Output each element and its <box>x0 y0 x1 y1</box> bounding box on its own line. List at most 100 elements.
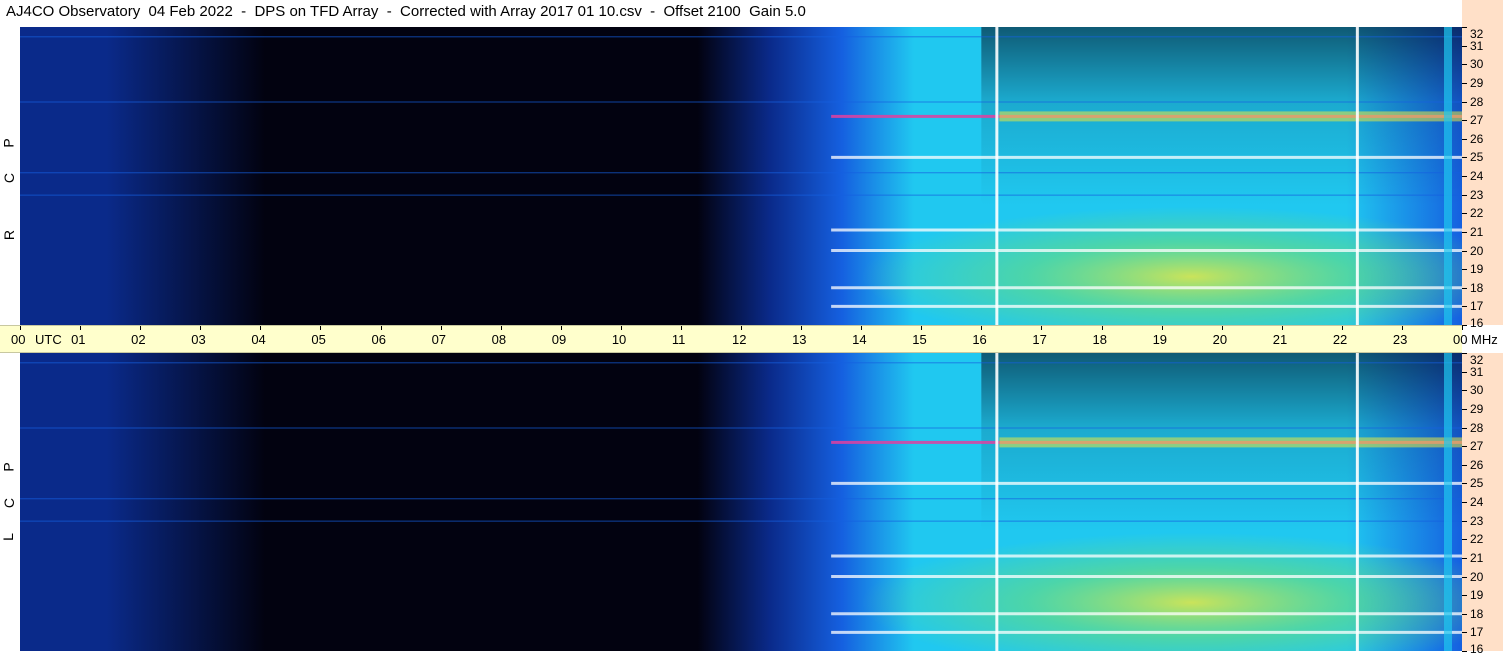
lcp-heatmap-svg <box>20 353 1462 651</box>
lcp-freq-tick-16 <box>1462 651 1467 652</box>
lcp-freq-tick-18 <box>1462 613 1467 615</box>
rcp-freq-label-17: 17 <box>1470 299 1484 314</box>
utc-tick-mark-13 <box>801 326 803 330</box>
utc-time-axis: 00 01 02 03 04 05 06 07 08 09 10 11 12 13 14 15 16 17 18 19… <box>0 325 1498 353</box>
utc-tick-label-21: 21 <box>1272 332 1288 347</box>
lcp-edge-column <box>1444 353 1452 651</box>
utc-unit-label: UTC <box>35 332 62 347</box>
lcp-freq-tick-26 <box>1462 464 1467 466</box>
lcp-freq-label-19: 19 <box>1470 588 1484 603</box>
utc-tick-mark-6 <box>380 326 382 330</box>
lcp-marker-16.25utc <box>995 353 999 651</box>
lcp-marker-22.25utc <box>1355 353 1359 651</box>
utc-tick-label-17: 17 <box>1032 332 1047 347</box>
utc-tick-mark-2 <box>140 326 142 330</box>
rcp-freq-tick-23 <box>1462 194 1467 196</box>
lcp-freq-tick-28 <box>1462 427 1467 429</box>
rcp-faint-line-31.5mhz <box>20 36 1462 38</box>
lcp-freq-label-27: 27 <box>1470 439 1484 454</box>
rcp-freq-tick-19 <box>1462 269 1467 271</box>
utc-tick-label-8: 08 <box>491 332 507 347</box>
utc-tick-label-19: 19 <box>1152 332 1168 347</box>
rcp-freq-tick-17 <box>1462 306 1467 308</box>
utc-tick-label-7: 07 <box>431 332 447 347</box>
lcp-freq-tick-27 <box>1462 446 1467 448</box>
lcp-frequency-axis: 32 31 30 29 28 27 26 25 24 23 22 21 20 19 18 17 16 <box>1462 353 1503 656</box>
rcp-freq-tick-32 <box>1462 27 1467 28</box>
utc-tick-label-16: 16 <box>972 332 987 347</box>
utc-tick-mark-0 <box>20 326 21 330</box>
lcp-freq-label-28: 28 <box>1470 420 1484 435</box>
rcp-freq-tick-28 <box>1462 101 1467 103</box>
lcp-band-20mhz <box>831 575 1462 578</box>
lcp-upper-shade <box>981 353 1462 651</box>
utc-tick-mark-19 <box>1161 326 1163 330</box>
lcp-faint-line-28mhz <box>20 427 1462 429</box>
rcp-freq-label-28: 28 <box>1470 94 1484 109</box>
lcp-band-21.1mhz <box>831 554 1462 558</box>
utc-tick-label-10: 10 <box>611 332 627 347</box>
lcp-freq-tick-23 <box>1462 520 1467 522</box>
rcp-marker-16.25utc <box>995 27 999 325</box>
rcp-freq-tick-24 <box>1462 176 1467 177</box>
utc-tick-mark-5 <box>320 326 322 330</box>
rcp-freq-label-20: 20 <box>1470 243 1484 258</box>
rcp-freq-label-31: 31 <box>1470 38 1484 53</box>
utc-tick-mark-18 <box>1101 326 1103 330</box>
utc-tick-mark-22 <box>1341 326 1343 330</box>
utc-tick-mark-24 <box>1462 326 1463 330</box>
rcp-freq-label-24: 24 <box>1470 169 1484 183</box>
utc-tick-label-11: 11 <box>671 332 686 347</box>
utc-tick-mark-10 <box>620 326 622 330</box>
rcp-faint-line-23mhz <box>20 194 1462 196</box>
lcp-faint-line-31.5mhz <box>20 362 1462 364</box>
rcp-freq-label-18: 18 <box>1470 280 1484 295</box>
lcp-band-25mhz <box>831 481 1462 485</box>
lcp-freq-tick-21 <box>1462 557 1467 559</box>
utc-tick-label-14: 14 <box>852 332 867 347</box>
utc-tick-mark-15 <box>921 326 923 330</box>
lcp-freq-label-23: 23 <box>1470 513 1484 528</box>
lcp-spectrogram <box>20 353 1462 651</box>
rcp-letter-c: C <box>1 172 18 184</box>
lcp-freq-label-16: 16 <box>1470 642 1484 656</box>
utc-tick-label-24: 00 <box>1453 332 1468 347</box>
utc-tick-mark-20 <box>1221 326 1223 330</box>
rcp-edge-column <box>1444 27 1452 325</box>
rcp-freq-label-29: 29 <box>1470 75 1484 90</box>
rcp-freq-tick-16 <box>1462 325 1467 326</box>
lcp-freq-tick-19 <box>1462 595 1467 597</box>
rcp-freq-tick-21 <box>1462 231 1467 233</box>
utc-tick-label-2: 02 <box>131 332 146 347</box>
utc-tick-label-12: 12 <box>732 332 747 347</box>
rcp-marker-22.25utc <box>1355 27 1359 325</box>
rcp-freq-label-21: 21 <box>1470 224 1484 239</box>
lcp-freq-label-20: 20 <box>1470 569 1484 584</box>
rcp-upper-shade <box>981 27 1462 325</box>
utc-tick-label-1: 01 <box>71 332 86 347</box>
mhz-unit-label: MHz <box>1471 332 1498 347</box>
utc-tick-label-4: 04 <box>251 332 266 347</box>
lcp-freq-tick-30 <box>1462 390 1467 392</box>
lcp-faint-line-24.2mhz <box>20 498 1462 500</box>
lcp-band-17mhz <box>831 630 1462 634</box>
lcp-freq-tick-17 <box>1462 632 1467 634</box>
rcp-freq-tick-27 <box>1462 120 1467 122</box>
lcp-freq-label-31: 31 <box>1470 364 1484 379</box>
utc-tick-mark-4 <box>260 326 262 330</box>
utc-tick-mark-16 <box>981 326 983 330</box>
rcp-freq-label-30: 30 <box>1470 57 1484 72</box>
utc-tick-label-15: 15 <box>912 332 927 347</box>
rcp-band-18mhz <box>831 286 1462 290</box>
rcp-freq-label-27: 27 <box>1470 113 1484 128</box>
utc-tick-mark-1 <box>80 326 82 330</box>
lcp-band-glow-27.2mhz <box>999 437 1462 448</box>
utc-tick-mark-7 <box>440 326 442 330</box>
utc-tick-label-18: 18 <box>1092 332 1107 347</box>
rcp-freq-label-25: 25 <box>1470 150 1484 165</box>
utc-tick-label-13: 13 <box>792 332 807 347</box>
lcp-freq-label-29: 29 <box>1470 401 1484 416</box>
lcp-freq-label-18: 18 <box>1470 606 1484 621</box>
rcp-side-label: R C P <box>0 27 20 325</box>
rcp-band-17mhz <box>831 304 1462 308</box>
